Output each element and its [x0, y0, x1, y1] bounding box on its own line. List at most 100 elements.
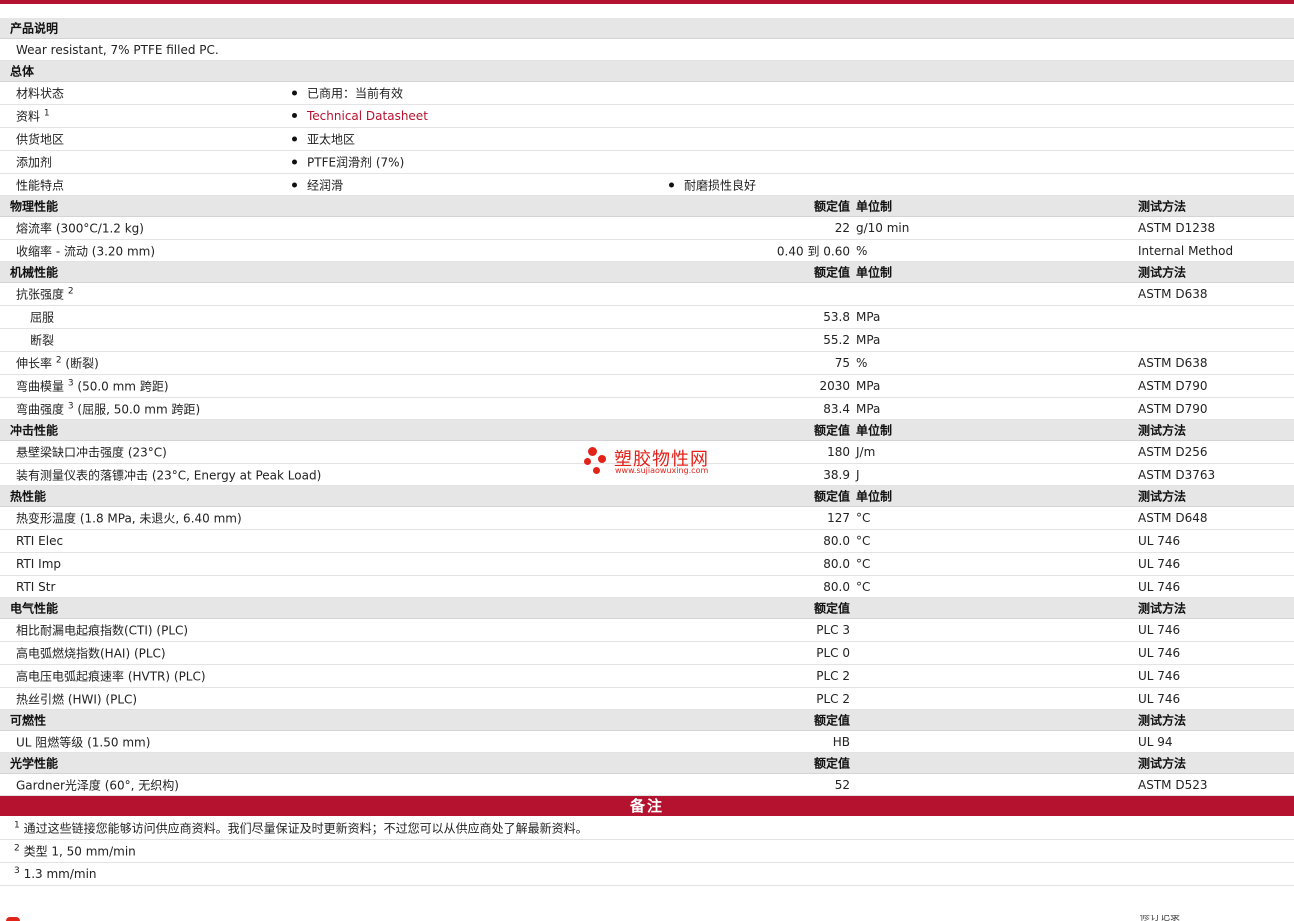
property-value: 180: [827, 445, 850, 459]
property-name: 相比耐漏电起痕指数(CTI) (PLC): [16, 623, 189, 638]
property-value: 53.8: [823, 310, 850, 324]
section-optical: 光学性能 额定值 测试方法: [0, 753, 1294, 774]
property-value: 22: [834, 221, 850, 235]
property-name: 弯曲模量 3 (50.0 mm 跨距): [16, 378, 169, 394]
property-unit: g/10 min: [856, 221, 910, 235]
table-row: RTI Elec 80.0 °C UL 746: [0, 530, 1294, 553]
table-row: RTI Str 80.0 °C UL 746: [0, 576, 1294, 598]
property-value: 80.0: [823, 534, 850, 548]
section-title: 物理性能: [10, 199, 59, 214]
header-value: 额定值: [813, 713, 850, 728]
header-test: 测试方法: [1138, 489, 1187, 504]
property-name: 装有测量仪表的落镖冲击 (23°C, Energy at Peak Load): [16, 468, 322, 482]
property-name: Gardner光泽度 (60°, 无织构): [16, 778, 179, 792]
property-value: 83.4: [823, 401, 850, 416]
property-name: 熔流率 (300°C/1.2 kg): [16, 221, 144, 236]
logo-dot-icon: [598, 455, 606, 463]
section-title: 电气性能: [10, 601, 59, 616]
table-row: 弯曲模量 3 (50.0 mm 跨距) 2030 MPa ASTM D790: [0, 375, 1294, 398]
test-method: UL 94: [1138, 734, 1173, 749]
table-row: 相比耐漏电起痕指数(CTI) (PLC) PLC 3 UL 746: [0, 619, 1294, 642]
footnote-ref: 2: [67, 286, 74, 297]
property-value: HB: [832, 734, 850, 749]
section-title: 光学性能: [10, 756, 59, 771]
property-name: 屈服: [30, 310, 55, 325]
property-name: 热变形温度 (1.8 MPa, 未退火, 6.40 mm): [16, 511, 242, 526]
property-name: 弯曲强度 3 (屈服, 50.0 mm 跨距): [16, 401, 201, 417]
property-value: 耐磨损性良好: [669, 176, 756, 193]
general-row-features: 性能特点 经润滑 耐磨损性良好: [0, 174, 1294, 196]
section-title: 总体: [10, 64, 35, 79]
header-value: 额定值: [813, 265, 850, 280]
property-unit: MPa: [856, 310, 881, 324]
footnote-ref: 2: [55, 355, 62, 366]
property-unit: °C: [856, 534, 871, 548]
logo-dot-icon: [588, 447, 597, 456]
header-test: 测试方法: [1138, 756, 1187, 771]
table-row: RTI Imp 80.0 °C UL 746: [0, 553, 1294, 576]
property-value: PLC 2: [816, 691, 850, 706]
general-row-availability: 供货地区 亚太地区: [0, 128, 1294, 151]
table-row: Gardner光泽度 (60°, 无织构) 52 ASTM D523: [0, 774, 1294, 796]
footnote-ref: 2: [14, 843, 20, 854]
section-thermal: 热性能 额定值 单位制 测试方法: [0, 486, 1294, 507]
property-unit: °C: [856, 557, 871, 571]
section-impact: 冲击性能 额定值 单位制 测试方法: [0, 420, 1294, 441]
property-unit: J/m: [856, 445, 876, 459]
table-row: 收缩率 - 流动 (3.20 mm) 0.40 到 0.60 % Interna…: [0, 240, 1294, 262]
footnote-ref: 1: [43, 108, 50, 119]
section-electrical: 电气性能 额定值 测试方法: [0, 598, 1294, 619]
footnote-ref: 3: [67, 378, 74, 389]
property-name: UL 阻燃等级 (1.50 mm): [16, 735, 151, 749]
property-value: 80.0: [823, 557, 850, 571]
footnote-ref: 3: [67, 401, 74, 411]
property-value: 亚太地区: [292, 131, 355, 148]
property-name: 伸长率 2 (断裂): [16, 355, 99, 371]
footer-partial: 修订记录: [0, 915, 1294, 921]
note-text: 3 1.3 mm/min: [14, 866, 97, 882]
property-unit: MPa: [856, 379, 881, 393]
test-method: ASTM D3763: [1138, 467, 1216, 482]
property-unit: %: [856, 356, 868, 370]
property-name: 高电压电弧起痕速率 (HVTR) (PLC): [16, 669, 206, 684]
property-value: 80.0: [823, 579, 850, 594]
description-row: Wear resistant, 7% PTFE filled PC.: [0, 39, 1294, 61]
bullet-icon: [292, 113, 297, 118]
test-method: ASTM D790: [1138, 379, 1208, 393]
bullet-icon: [292, 159, 297, 165]
table-row: 伸长率 2 (断裂) 75 % ASTM D638: [0, 352, 1294, 375]
table-row: 高电压电弧起痕速率 (HVTR) (PLC) PLC 2 UL 746: [0, 665, 1294, 688]
property-unit: MPa: [856, 333, 881, 347]
header-value: 额定值: [813, 489, 850, 504]
test-method: ASTM D638: [1138, 356, 1208, 370]
test-method: UL 746: [1138, 669, 1181, 683]
test-method: UL 746: [1138, 534, 1181, 548]
test-method: ASTM D256: [1138, 445, 1208, 459]
header-test: 测试方法: [1138, 713, 1187, 728]
note-row: 2 类型 1, 50 mm/min: [0, 840, 1294, 863]
header-test: 测试方法: [1138, 199, 1187, 214]
note-text: 2 类型 1, 50 mm/min: [14, 843, 136, 859]
property-value: 52: [834, 777, 850, 792]
property-unit: MPa: [856, 401, 881, 416]
logo-partial-icon: [6, 917, 20, 921]
section-general: 总体: [0, 61, 1294, 82]
watermark-logo: 塑胶物性网 www.sujiaowuxing.com: [584, 444, 734, 478]
note-row: 3 1.3 mm/min: [0, 863, 1294, 886]
property-label: 添加剂: [16, 155, 53, 170]
property-value: 经润滑: [292, 176, 343, 193]
logo-dot-icon: [593, 467, 600, 474]
table-row: 热变形温度 (1.8 MPa, 未退火, 6.40 mm) 127 °C AST…: [0, 507, 1294, 530]
property-value: Technical Datasheet: [292, 109, 428, 123]
general-row-documentation: 资料 1 Technical Datasheet: [0, 105, 1294, 128]
header-test: 测试方法: [1138, 265, 1187, 280]
note-text: 1 通过这些链接您能够访问供应商资料。我们尽量保证及时更新资料；不过您可以从供应…: [14, 820, 588, 836]
technical-datasheet-link[interactable]: Technical Datasheet: [307, 109, 428, 123]
test-method: UL 746: [1138, 557, 1181, 571]
test-method: ASTM D648: [1138, 511, 1208, 525]
top-accent-bar: [0, 0, 1294, 4]
footnote-ref: 3: [14, 866, 20, 876]
header-unit: 单位制: [856, 423, 893, 438]
table-row: 弯曲强度 3 (屈服, 50.0 mm 跨距) 83.4 MPa ASTM D7…: [0, 398, 1294, 420]
section-title: 产品说明: [10, 21, 59, 36]
